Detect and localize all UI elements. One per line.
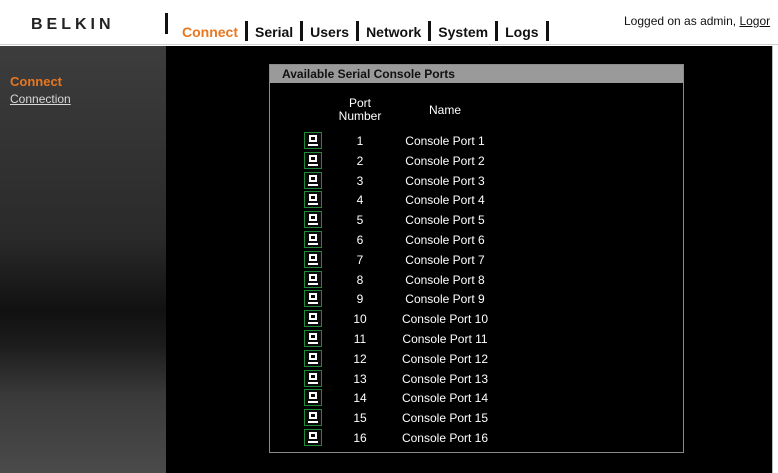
nav-separator bbox=[245, 21, 248, 41]
port-name: Console Port 15 bbox=[401, 411, 489, 426]
terminal-icon[interactable] bbox=[304, 211, 322, 229]
nav-separator bbox=[300, 21, 304, 41]
panel-header: Available Serial Console Ports bbox=[270, 65, 683, 83]
nav-tab-users[interactable]: Users bbox=[310, 24, 349, 40]
terminal-icon[interactable] bbox=[304, 290, 322, 308]
terminal-icon[interactable] bbox=[304, 132, 322, 149]
port-number: 8 bbox=[356, 272, 364, 287]
login-text: Logged on as admin, bbox=[624, 14, 737, 28]
port-number: 1 bbox=[356, 134, 364, 148]
belkin-logo: BELKIN bbox=[31, 16, 115, 33]
port-number: 3 bbox=[356, 173, 364, 188]
column-header-port-number: Port Number bbox=[338, 96, 382, 123]
port-number: 14 bbox=[353, 391, 367, 406]
port-number: 12 bbox=[353, 351, 367, 366]
port-name: Console Port 9 bbox=[405, 292, 485, 307]
port-name: Console Port 12 bbox=[401, 351, 489, 366]
port-number: 4 bbox=[356, 193, 364, 208]
terminal-icon[interactable] bbox=[304, 409, 322, 427]
port-row[interactable]: 3 Console Port 3 bbox=[270, 171, 683, 192]
terminal-icon[interactable] bbox=[304, 310, 322, 328]
sidebar: Connect Connection bbox=[0, 46, 166, 473]
nav-tab-logs[interactable]: Logs bbox=[505, 24, 538, 40]
terminal-icon[interactable] bbox=[304, 429, 322, 446]
terminal-icon[interactable] bbox=[304, 270, 322, 288]
port-row[interactable]: 15 Console Port 15 bbox=[270, 409, 683, 429]
port-name: Console Port 10 bbox=[401, 312, 489, 327]
port-number: 15 bbox=[353, 411, 367, 426]
serial-ports-panel: Available Serial Console Ports Port Numbe… bbox=[269, 64, 684, 453]
port-number: 7 bbox=[356, 252, 364, 267]
port-name: Console Port 4 bbox=[405, 193, 485, 208]
right-edge bbox=[772, 46, 778, 473]
port-row[interactable]: 2 Console Port 2 bbox=[270, 151, 683, 172]
port-row[interactable]: 1 Console Port 1 bbox=[270, 132, 683, 152]
port-number: 13 bbox=[353, 371, 367, 386]
nav-separator bbox=[495, 21, 499, 41]
logout-link[interactable]: Logor bbox=[739, 14, 770, 28]
port-number: 5 bbox=[356, 213, 364, 228]
port-row[interactable]: 12 Console Port 12 bbox=[270, 349, 683, 370]
nav-separator bbox=[428, 21, 432, 41]
nav-separator bbox=[356, 21, 360, 41]
terminal-icon[interactable] bbox=[304, 250, 322, 268]
logo-divider bbox=[165, 13, 168, 34]
port-row[interactable]: 13 Console Port 13 bbox=[270, 369, 683, 390]
port-row[interactable]: 8 Console Port 8 bbox=[270, 270, 683, 291]
port-name: Console Port 3 bbox=[405, 173, 485, 188]
port-name: Console Port 14 bbox=[401, 391, 489, 406]
port-row[interactable]: 16 Console Port 16 bbox=[270, 429, 683, 449]
port-name: Console Port 2 bbox=[405, 153, 485, 168]
nav-tab-system[interactable]: System bbox=[438, 24, 488, 40]
panel-title: Available Serial Console Ports bbox=[282, 67, 455, 81]
port-name: Console Port 5 bbox=[405, 213, 485, 228]
nav-tab-network[interactable]: Network bbox=[366, 24, 421, 40]
port-row[interactable]: 4 Console Port 4 bbox=[270, 191, 683, 211]
nav-separator bbox=[545, 21, 549, 41]
terminal-icon[interactable] bbox=[304, 330, 322, 347]
terminal-icon[interactable] bbox=[304, 389, 322, 407]
terminal-icon[interactable] bbox=[304, 191, 322, 209]
port-name: Console Port 11 bbox=[402, 332, 488, 346]
top-nav: Connect Serial Users Network System Logs bbox=[182, 21, 556, 42]
port-row[interactable]: 14 Console Port 14 bbox=[270, 389, 683, 409]
terminal-icon[interactable] bbox=[304, 349, 322, 367]
port-name: Console Port 1 bbox=[405, 134, 485, 148]
port-row[interactable]: 5 Console Port 5 bbox=[270, 211, 683, 231]
port-name: Console Port 13 bbox=[401, 371, 489, 386]
app-window: BELKIN Connect Serial Users Network System Lo… bbox=[0, 0, 778, 473]
port-row[interactable]: 11 Console Port 11 bbox=[270, 330, 683, 350]
port-name: Console Port 8 bbox=[405, 272, 485, 287]
terminal-icon[interactable] bbox=[304, 171, 322, 189]
sidebar-item-connection[interactable]: Connection bbox=[10, 92, 71, 106]
port-number: 11 bbox=[353, 332, 367, 346]
port-row[interactable]: 10 Console Port 10 bbox=[270, 310, 683, 330]
terminal-icon[interactable] bbox=[304, 369, 322, 387]
port-name: Console Port 16 bbox=[401, 431, 489, 445]
port-number: 10 bbox=[353, 312, 367, 327]
sidebar-title: Connect bbox=[10, 74, 62, 89]
nav-tab-connect[interactable]: Connect bbox=[182, 24, 238, 40]
port-number: 9 bbox=[356, 292, 364, 307]
port-name: Console Port 7 bbox=[405, 252, 485, 267]
header: BELKIN Connect Serial Users Network System Lo… bbox=[0, 0, 778, 45]
port-name: Console Port 6 bbox=[405, 233, 485, 247]
terminal-icon[interactable] bbox=[304, 151, 322, 169]
login-status: Logged on as admin, Logor bbox=[624, 0, 778, 45]
terminal-icon[interactable] bbox=[304, 231, 322, 248]
port-row[interactable]: 6 Console Port 6 bbox=[270, 231, 683, 251]
port-row[interactable]: 7 Console Port 7 bbox=[270, 250, 683, 271]
column-header-name: Name bbox=[428, 103, 461, 117]
port-row[interactable]: 9 Console Port 9 bbox=[270, 290, 683, 310]
port-number: 2 bbox=[356, 153, 364, 168]
port-number: 6 bbox=[356, 233, 364, 247]
port-number: 16 bbox=[353, 431, 367, 445]
nav-tab-serial[interactable]: Serial bbox=[255, 24, 293, 40]
